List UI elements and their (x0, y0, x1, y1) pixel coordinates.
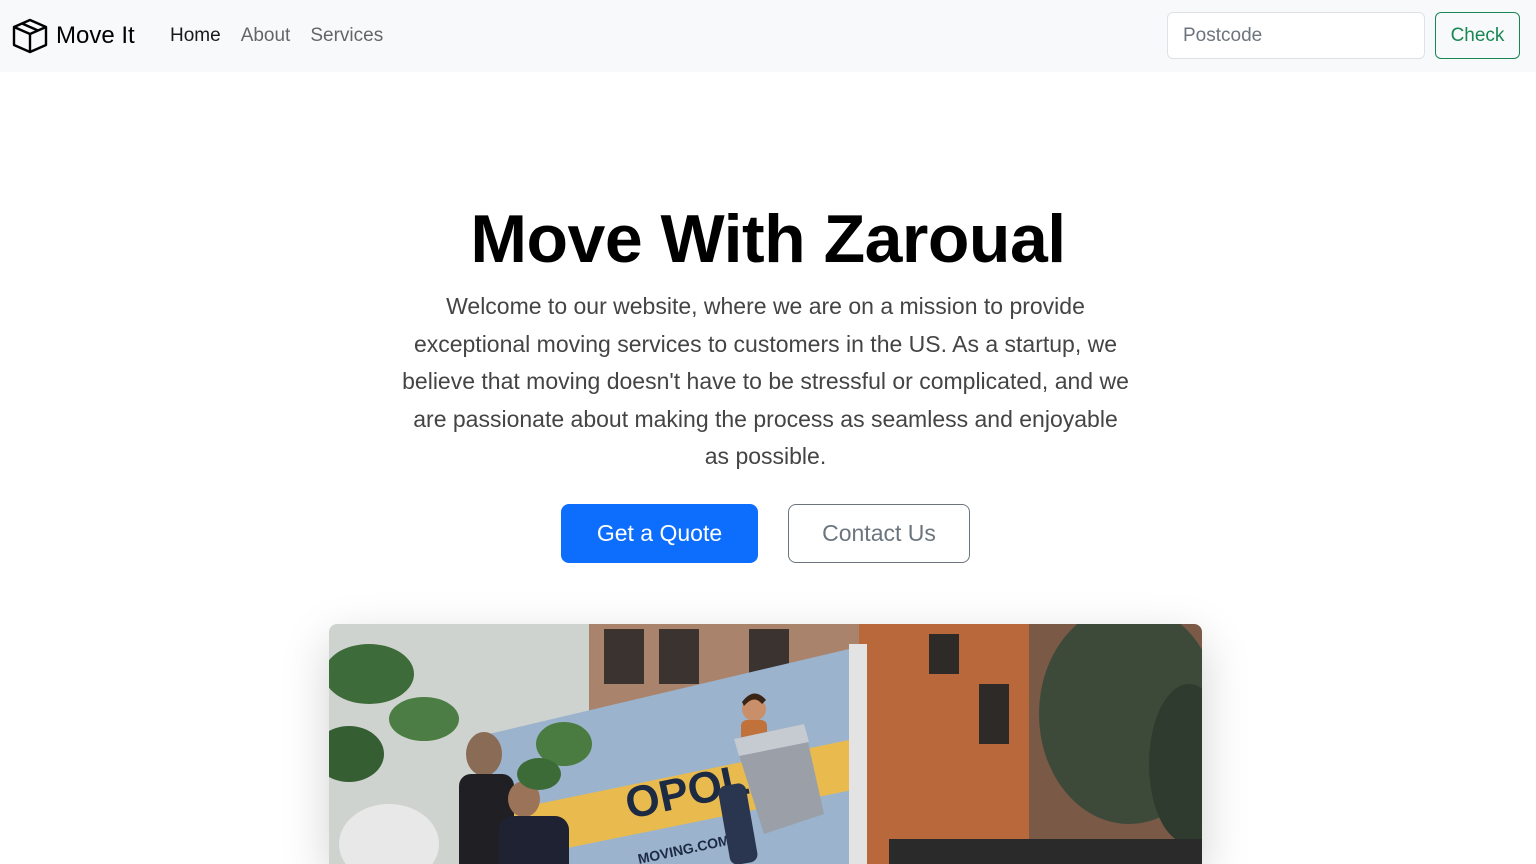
nav-about-link[interactable]: About (241, 23, 291, 49)
hero-image: OPOLIS MOVING.COM (329, 624, 1202, 864)
brand-name: Move It (56, 22, 135, 49)
box-icon (12, 18, 48, 54)
navbar: Move It Home About Services Check (0, 0, 1536, 72)
check-button[interactable]: Check (1435, 12, 1520, 59)
hero-title: Move With Zaroual (470, 201, 1066, 277)
moving-truck-photo: OPOLIS MOVING.COM (329, 624, 1202, 864)
nav-links: Home About Services (170, 23, 383, 49)
contact-us-button[interactable]: Contact Us (788, 504, 970, 563)
hero-description: Welcome to our website, where we are on … (402, 293, 1129, 469)
nav-home-link[interactable]: Home (170, 23, 221, 49)
get-quote-button[interactable]: Get a Quote (561, 504, 758, 563)
postcode-input[interactable] (1167, 12, 1425, 59)
nav-services-link[interactable]: Services (310, 23, 383, 49)
brand-link[interactable]: Move It (10, 16, 135, 56)
